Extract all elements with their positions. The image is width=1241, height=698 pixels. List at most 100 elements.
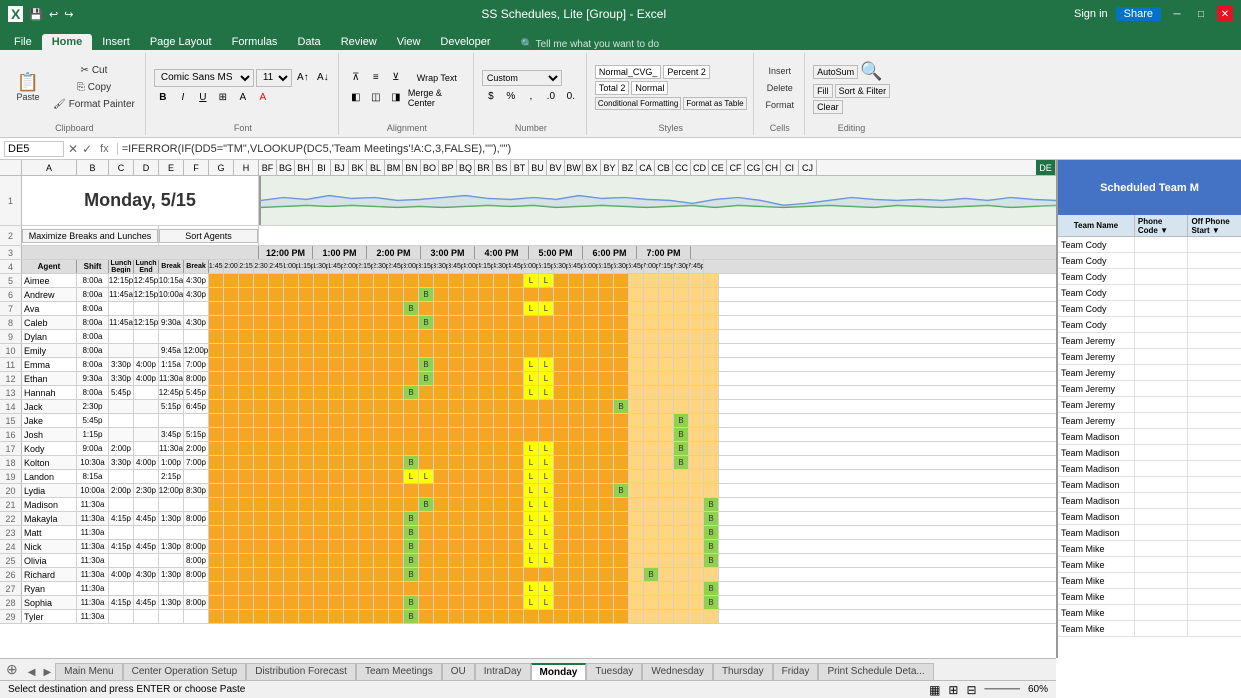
agent-row[interactable]: 17 Kody 9:00a 2:00p 11:30a 2:00p LLB: [0, 442, 1056, 456]
schedule-cell[interactable]: [419, 484, 434, 497]
schedule-cell[interactable]: [644, 344, 659, 357]
schedule-cell[interactable]: [224, 610, 239, 623]
delete-btn[interactable]: Delete: [762, 81, 799, 95]
agent-name[interactable]: Landon: [22, 470, 77, 483]
team-row[interactable]: Team Mike: [1058, 621, 1241, 637]
agent-break2[interactable]: 8:00p: [184, 540, 209, 553]
schedule-cell[interactable]: [434, 400, 449, 413]
schedule-cell[interactable]: B: [404, 386, 419, 399]
schedule-cell[interactable]: [329, 414, 344, 427]
schedule-cell[interactable]: [644, 610, 659, 623]
schedule-cell[interactable]: [539, 316, 554, 329]
schedule-cell[interactable]: [344, 428, 359, 441]
schedule-cell[interactable]: [644, 330, 659, 343]
schedule-cell[interactable]: [614, 274, 629, 287]
schedule-cell[interactable]: B: [404, 456, 419, 469]
schedule-cell[interactable]: [299, 274, 314, 287]
agent-lunch-begin[interactable]: 4:15p: [109, 596, 134, 609]
agent-break1[interactable]: 1:15a: [159, 358, 184, 371]
schedule-cell[interactable]: [704, 414, 719, 427]
schedule-cell[interactable]: [389, 400, 404, 413]
schedule-cell[interactable]: [224, 540, 239, 553]
agent-break1[interactable]: 1:30p: [159, 540, 184, 553]
agent-lunch-begin[interactable]: [109, 428, 134, 441]
schedule-cell[interactable]: [599, 358, 614, 371]
schedule-cell[interactable]: [644, 274, 659, 287]
maximize-breaks-btn[interactable]: Maximize Breaks and Lunches: [22, 229, 158, 243]
schedule-cell[interactable]: [224, 302, 239, 315]
schedule-cell[interactable]: [344, 498, 359, 511]
schedule-cell[interactable]: [644, 470, 659, 483]
schedule-cell[interactable]: [704, 610, 719, 623]
align-top-btn[interactable]: ⊼: [347, 69, 365, 87]
schedule-cell[interactable]: [239, 358, 254, 371]
team-row[interactable]: Team Jeremy: [1058, 333, 1241, 349]
schedule-cell[interactable]: [584, 526, 599, 539]
schedule-cell[interactable]: [599, 372, 614, 385]
schedule-cell[interactable]: [389, 554, 404, 567]
agent-break2[interactable]: [184, 526, 209, 539]
team-row[interactable]: Team Madison: [1058, 493, 1241, 509]
schedule-cell[interactable]: [254, 414, 269, 427]
schedule-cell[interactable]: [509, 498, 524, 511]
schedule-cell[interactable]: [344, 540, 359, 553]
schedule-cell[interactable]: [254, 386, 269, 399]
schedule-cell[interactable]: [464, 316, 479, 329]
schedule-cell[interactable]: [284, 540, 299, 553]
schedule-cell[interactable]: [329, 372, 344, 385]
schedule-cell[interactable]: [569, 456, 584, 469]
agent-lunch-end[interactable]: 12:45p: [134, 274, 159, 287]
schedule-cell[interactable]: [209, 302, 224, 315]
schedule-cell[interactable]: [584, 498, 599, 511]
schedule-cell[interactable]: [404, 582, 419, 595]
fill-btn[interactable]: Fill: [813, 84, 833, 98]
agent-name[interactable]: Caleb: [22, 316, 77, 329]
schedule-cell[interactable]: [344, 526, 359, 539]
schedule-cell[interactable]: [314, 428, 329, 441]
schedule-cell[interactable]: [299, 526, 314, 539]
schedule-cell[interactable]: [374, 582, 389, 595]
agent-shift[interactable]: 8:00a: [77, 274, 109, 287]
schedule-cell[interactable]: [689, 344, 704, 357]
schedule-cell[interactable]: B: [419, 498, 434, 511]
schedule-cell[interactable]: [404, 400, 419, 413]
agent-break2[interactable]: 7:00p: [184, 456, 209, 469]
schedule-cell[interactable]: [614, 512, 629, 525]
schedule-cell[interactable]: [299, 330, 314, 343]
schedule-cell[interactable]: [314, 400, 329, 413]
schedule-cell[interactable]: [374, 414, 389, 427]
schedule-cell[interactable]: [374, 442, 389, 455]
percent2-style[interactable]: Percent 2: [663, 65, 710, 79]
schedule-cell[interactable]: [614, 554, 629, 567]
schedule-cell[interactable]: [254, 568, 269, 581]
schedule-cell[interactable]: [479, 414, 494, 427]
schedule-cell[interactable]: [674, 274, 689, 287]
phone-code[interactable]: [1135, 365, 1189, 380]
schedule-cell[interactable]: [599, 512, 614, 525]
agent-shift[interactable]: 8:00a: [77, 302, 109, 315]
schedule-cell[interactable]: [659, 526, 674, 539]
schedule-cell[interactable]: [449, 526, 464, 539]
schedule-cell[interactable]: [674, 582, 689, 595]
agent-lunch-end[interactable]: [134, 470, 159, 483]
schedule-cell[interactable]: [374, 316, 389, 329]
schedule-cell[interactable]: L: [524, 302, 539, 315]
schedule-cell[interactable]: [314, 596, 329, 609]
agent-break2[interactable]: [184, 414, 209, 427]
schedule-cell[interactable]: [659, 484, 674, 497]
agent-row[interactable]: 29 Tyler 11:30a B: [0, 610, 1056, 624]
schedule-cell[interactable]: [569, 498, 584, 511]
schedule-cell[interactable]: [434, 512, 449, 525]
phone-code[interactable]: [1135, 605, 1189, 620]
team-row[interactable]: Team Madison: [1058, 525, 1241, 541]
sheet-tab-distribution-forecast[interactable]: Distribution Forecast: [246, 663, 356, 680]
schedule-cell[interactable]: [689, 330, 704, 343]
formula-confirm-btn[interactable]: ✓: [82, 142, 92, 156]
tab-insert[interactable]: Insert: [92, 34, 140, 50]
team-row[interactable]: Team Jeremy: [1058, 381, 1241, 397]
schedule-cell[interactable]: [674, 540, 689, 553]
new-sheet-btn[interactable]: ⊕: [0, 659, 24, 680]
schedule-cell[interactable]: L: [524, 274, 539, 287]
schedule-cell[interactable]: [479, 302, 494, 315]
schedule-cell[interactable]: [644, 442, 659, 455]
